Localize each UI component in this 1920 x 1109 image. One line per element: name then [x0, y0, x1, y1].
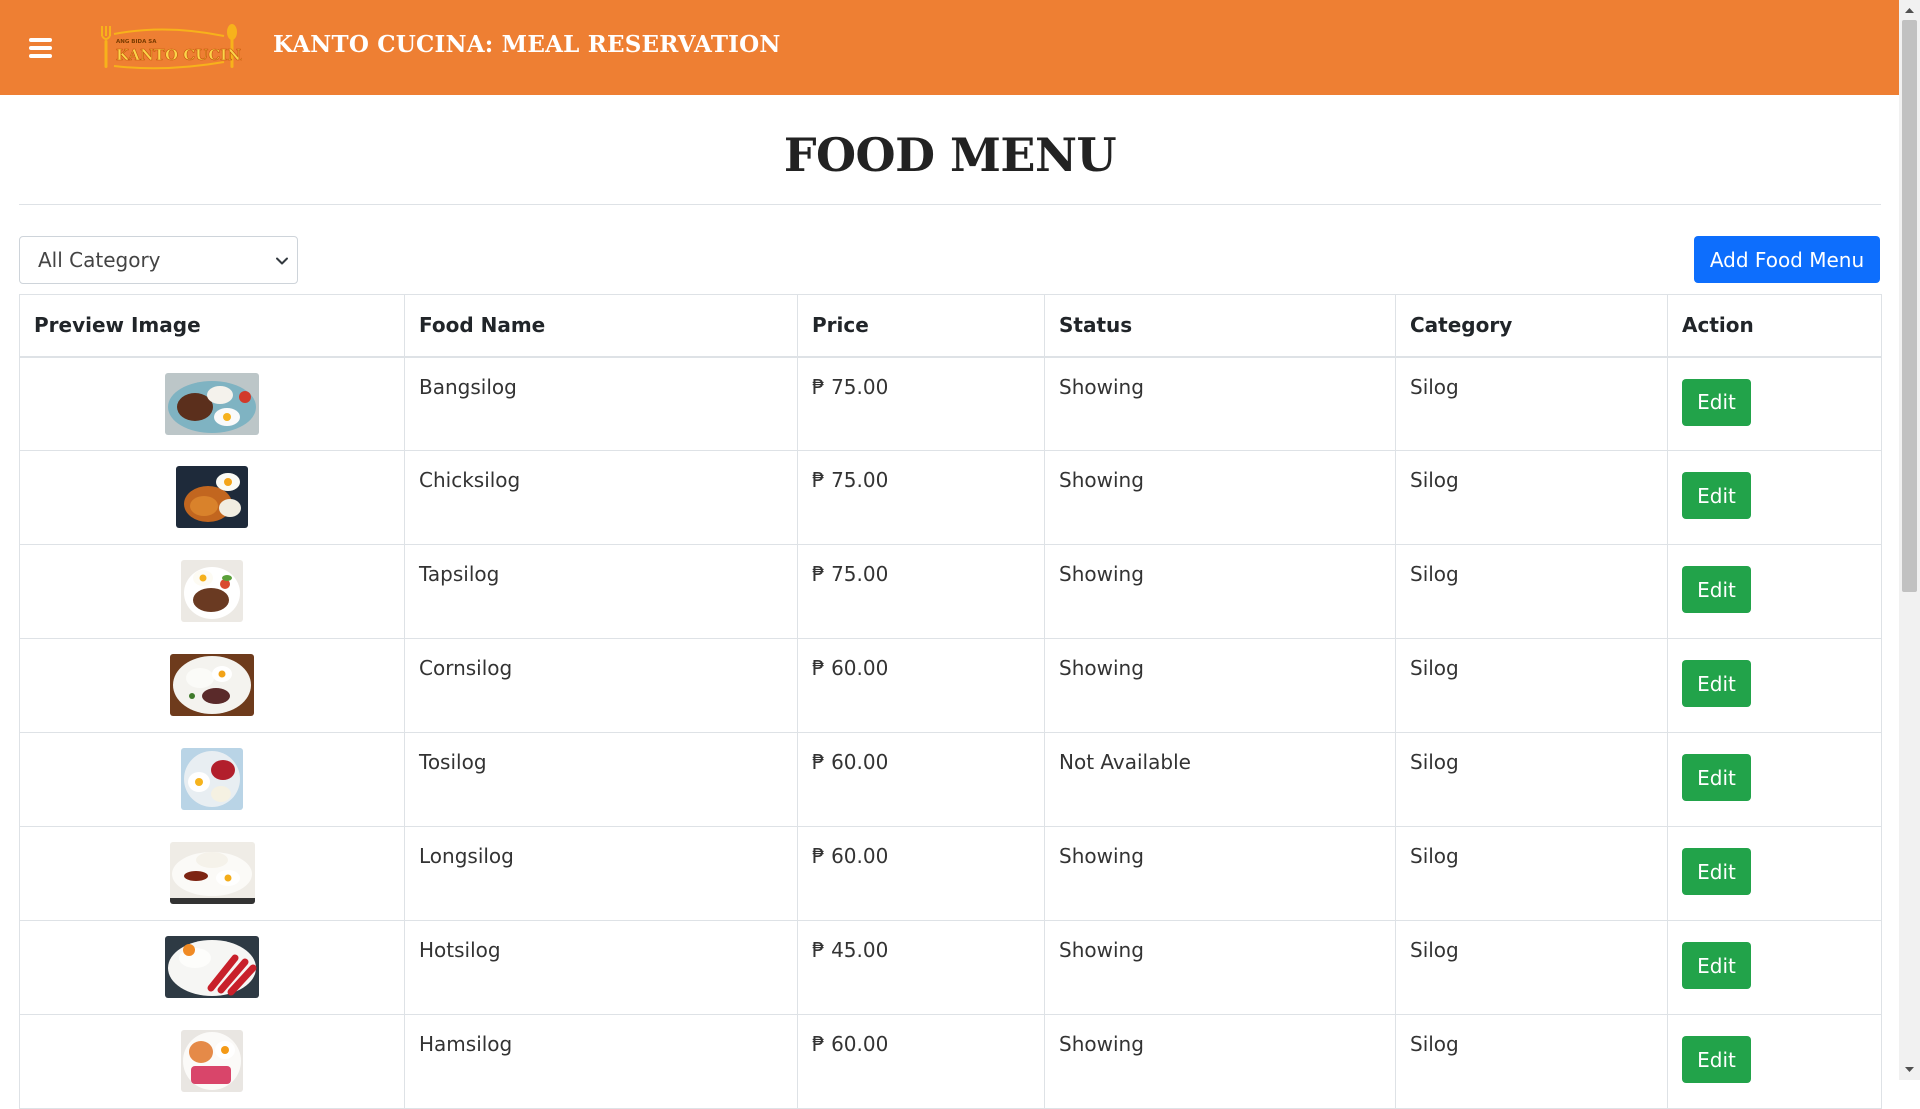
food-category: Silog	[1395, 826, 1668, 921]
action-cell: Edit	[1667, 356, 1882, 451]
food-category: Silog	[1395, 1014, 1668, 1109]
preview-image-cell	[19, 826, 405, 921]
edit-button[interactable]: Edit	[1682, 754, 1751, 801]
table-header-row: Preview Image Food Name Price Status Cat…	[19, 294, 1882, 358]
food-category: Silog	[1395, 450, 1668, 545]
food-price: ₱ 60.00	[797, 826, 1045, 921]
food-image-hotsilog	[165, 936, 259, 998]
food-price: ₱ 60.00	[797, 732, 1045, 827]
edit-button[interactable]: Edit	[1682, 942, 1751, 989]
food-name: Hamsilog	[404, 1014, 798, 1109]
food-name: Chicksilog	[404, 450, 798, 545]
edit-button[interactable]: Edit	[1682, 1036, 1751, 1083]
hamburger-icon[interactable]	[29, 38, 52, 58]
food-price: ₱ 75.00	[797, 356, 1045, 451]
logo-tagline: ANG BIDA SA	[116, 39, 157, 45]
food-name: Tapsilog	[404, 544, 798, 639]
food-image-tosilog	[181, 748, 243, 810]
table-row: Cornsilog ₱ 60.00 Showing Silog Edit	[19, 638, 1882, 733]
brand-logo[interactable]: ANG BIDA SA KANTO CUCINA	[96, 22, 242, 72]
table-row: Tapsilog ₱ 75.00 Showing Silog Edit	[19, 544, 1882, 639]
preview-image-cell	[19, 356, 405, 451]
food-price: ₱ 75.00	[797, 544, 1045, 639]
table-row: Hotsilog ₱ 45.00 Showing Silog Edit	[19, 920, 1882, 1015]
action-cell: Edit	[1667, 732, 1882, 827]
food-name: Cornsilog	[404, 638, 798, 733]
food-status: Not Available	[1044, 732, 1396, 827]
column-header-price[interactable]: Price	[797, 294, 1045, 358]
food-status: Showing	[1044, 1014, 1396, 1109]
food-menu-table-container: Preview Image Food Name Price Status Cat…	[19, 294, 1882, 1109]
edit-button[interactable]: Edit	[1682, 566, 1751, 613]
action-cell: Edit	[1667, 544, 1882, 639]
action-cell: Edit	[1667, 450, 1882, 545]
action-cell: Edit	[1667, 920, 1882, 1015]
preview-image-cell	[19, 544, 405, 639]
add-food-menu-button[interactable]: Add Food Menu	[1694, 236, 1880, 283]
preview-image-cell	[19, 638, 405, 733]
preview-image-cell	[19, 450, 405, 545]
column-header-preview-image[interactable]: Preview Image	[19, 294, 405, 358]
chevron-down-icon	[276, 257, 288, 265]
food-category: Silog	[1395, 544, 1668, 639]
food-image-tapsilog	[181, 560, 243, 622]
food-category: Silog	[1395, 638, 1668, 733]
food-status: Showing	[1044, 450, 1396, 545]
action-cell: Edit	[1667, 826, 1882, 921]
food-status: Showing	[1044, 920, 1396, 1015]
app-title: KANTO CUCINA: MEAL RESERVATION	[273, 31, 781, 58]
food-menu-table: Preview Image Food Name Price Status Cat…	[19, 294, 1882, 1109]
food-status: Showing	[1044, 826, 1396, 921]
logo-wordmark: KANTO CUCINA	[116, 46, 242, 64]
food-image-longsilog	[169, 842, 255, 904]
category-filter-value: All Category	[38, 248, 161, 272]
food-status: Showing	[1044, 544, 1396, 639]
vertical-scrollbar[interactable]	[1899, 0, 1920, 1080]
table-row: Longsilog ₱ 60.00 Showing Silog Edit	[19, 826, 1882, 921]
food-name: Hotsilog	[404, 920, 798, 1015]
food-status: Showing	[1044, 638, 1396, 733]
food-price: ₱ 45.00	[797, 920, 1045, 1015]
food-name: Tosilog	[404, 732, 798, 827]
column-header-category[interactable]: Category	[1395, 294, 1668, 358]
page-title: FOOD MENU	[783, 128, 1117, 182]
food-price: ₱ 60.00	[797, 1014, 1045, 1109]
food-category: Silog	[1395, 356, 1668, 451]
table-row: Tosilog ₱ 60.00 Not Available Silog Edit	[19, 732, 1882, 827]
food-price: ₱ 75.00	[797, 450, 1045, 545]
column-header-status[interactable]: Status	[1044, 294, 1396, 358]
edit-button[interactable]: Edit	[1682, 472, 1751, 519]
table-row: Chicksilog ₱ 75.00 Showing Silog Edit	[19, 450, 1882, 545]
preview-image-cell	[19, 732, 405, 827]
column-header-action[interactable]: Action	[1667, 294, 1882, 358]
food-image-hamsilog	[181, 1030, 243, 1092]
edit-button[interactable]: Edit	[1682, 848, 1751, 895]
category-filter-select[interactable]: All Category	[19, 236, 298, 284]
edit-button[interactable]: Edit	[1682, 378, 1751, 426]
table-row: Bangsilog ₱ 75.00 Showing Silog Edit	[19, 356, 1882, 451]
food-status: Showing	[1044, 356, 1396, 451]
food-price: ₱ 60.00	[797, 638, 1045, 733]
food-image-bangsilog	[165, 372, 259, 435]
preview-image-cell	[19, 920, 405, 1015]
action-cell: Edit	[1667, 638, 1882, 733]
scroll-down-arrow-icon[interactable]	[1904, 1064, 1915, 1075]
food-image-cornsilog	[170, 654, 254, 716]
food-name: Bangsilog	[404, 356, 798, 451]
food-category: Silog	[1395, 732, 1668, 827]
title-divider	[19, 204, 1881, 205]
preview-image-cell	[19, 1014, 405, 1109]
table-row: Hamsilog ₱ 60.00 Showing Silog Edit	[19, 1014, 1882, 1109]
scrollbar-thumb[interactable]	[1902, 20, 1917, 592]
edit-button[interactable]: Edit	[1682, 660, 1751, 707]
action-cell: Edit	[1667, 1014, 1882, 1109]
food-category: Silog	[1395, 920, 1668, 1015]
top-navbar: ANG BIDA SA KANTO CUCINA KANTO CUCINA: M…	[0, 0, 1899, 95]
column-header-food-name[interactable]: Food Name	[404, 294, 798, 358]
food-name: Longsilog	[404, 826, 798, 921]
food-image-chicksilog	[176, 466, 248, 528]
scroll-up-arrow-icon[interactable]	[1904, 5, 1915, 16]
